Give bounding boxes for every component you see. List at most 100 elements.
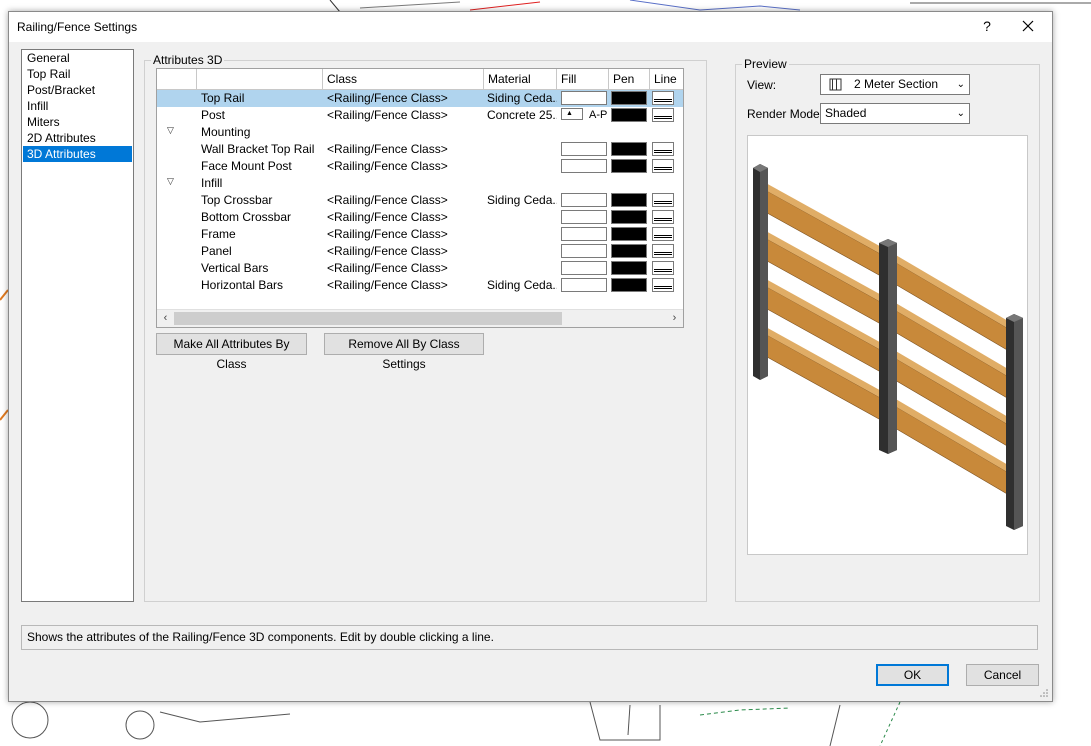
component-material: Siding Ceda...	[487, 193, 557, 207]
attributes-table[interactable]: Class Material Fill Pen Line Top Rail <Ra…	[156, 68, 684, 328]
pen-swatch[interactable]	[611, 142, 647, 156]
component-material: Siding Ceda...	[487, 278, 557, 292]
component-name: Post	[201, 108, 226, 122]
nav-item-2d-attributes[interactable]: 2D Attributes	[23, 130, 132, 146]
nav-item-general[interactable]: General	[23, 50, 132, 66]
attributes-3d-group-label: Attributes 3D	[151, 53, 225, 67]
fill-swatch[interactable]	[561, 142, 607, 156]
component-name: Wall Bracket Top Rail	[201, 142, 315, 156]
fill-swatch[interactable]	[561, 210, 607, 224]
component-class: <Railing/Fence Class>	[327, 210, 448, 224]
scroll-right-icon[interactable]: ›	[666, 310, 683, 327]
fill-pattern-label: A-P	[589, 109, 608, 121]
table-row-horizontal-bars[interactable]: Horizontal Bars <Railing/Fence Class> Sidi…	[157, 277, 683, 294]
component-material	[487, 226, 557, 243]
table-row-top-crossbar[interactable]: Top Crossbar <Railing/Fence Class> Siding …	[157, 192, 683, 209]
scroll-left-icon[interactable]: ‹	[157, 310, 174, 327]
pen-swatch[interactable]	[611, 159, 647, 173]
group-name: Mounting	[201, 125, 251, 139]
pen-swatch[interactable]	[611, 227, 647, 241]
help-button[interactable]: ?	[977, 16, 997, 36]
table-row-frame[interactable]: Frame <Railing/Fence Class>	[157, 226, 683, 243]
header-col-line[interactable]: Line	[650, 69, 683, 89]
pen-swatch[interactable]	[611, 91, 647, 105]
pen-swatch[interactable]	[611, 261, 647, 275]
component-class: <Railing/Fence Class>	[327, 91, 448, 105]
fill-swatch[interactable]	[561, 261, 607, 275]
line-style-icon[interactable]	[652, 210, 674, 224]
line-style-icon[interactable]	[652, 227, 674, 241]
chevron-down-icon: ⌄	[956, 108, 965, 119]
component-class: <Railing/Fence Class>	[327, 244, 448, 258]
pen-swatch[interactable]	[611, 278, 647, 292]
header-col-expand	[157, 69, 197, 89]
header-col-fill[interactable]: Fill	[557, 69, 609, 89]
view-dropdown[interactable]: 2 Meter Section ⌄	[820, 74, 970, 95]
header-col-class[interactable]: Class	[323, 69, 484, 89]
line-style-icon[interactable]	[652, 278, 674, 292]
table-row-face-mount-post[interactable]: Face Mount Post <Railing/Fence Class>	[157, 158, 683, 175]
fill-pattern-icon[interactable]: ▲	[561, 108, 583, 120]
table-row-panel[interactable]: Panel <Railing/Fence Class>	[157, 243, 683, 260]
line-style-icon[interactable]	[652, 244, 674, 258]
pen-swatch[interactable]	[611, 210, 647, 224]
header-col-pen[interactable]: Pen	[609, 69, 650, 89]
render-mode-dropdown[interactable]: Shaded ⌄	[820, 103, 970, 124]
component-class: <Railing/Fence Class>	[327, 159, 448, 173]
nav-item-3d-attributes[interactable]: 3D Attributes	[23, 146, 132, 162]
line-style-icon[interactable]	[652, 108, 674, 122]
nav-item-top-rail[interactable]: Top Rail	[23, 66, 132, 82]
line-style-icon[interactable]	[652, 91, 674, 105]
make-all-attributes-by-class-button[interactable]: Make All Attributes By Class	[156, 333, 307, 371]
fill-swatch[interactable]	[561, 91, 607, 105]
component-name: Top Crossbar	[201, 193, 273, 207]
collapse-triangle-icon[interactable]: ▽	[167, 176, 174, 187]
component-material: Concrete 25...	[487, 108, 557, 122]
table-row-top-rail[interactable]: Top Rail <Railing/Fence Class> Siding Ceda…	[157, 90, 683, 107]
line-style-icon[interactable]	[652, 193, 674, 207]
fill-swatch[interactable]	[561, 244, 607, 258]
fill-swatch[interactable]	[561, 159, 607, 173]
render-mode-value: Shaded	[825, 106, 867, 120]
pen-swatch[interactable]	[611, 244, 647, 258]
component-class: <Railing/Fence Class>	[327, 108, 448, 122]
header-col-name	[197, 69, 323, 89]
table-row-bottom-crossbar[interactable]: Bottom Crossbar <Railing/Fence Class>	[157, 209, 683, 226]
ok-button[interactable]: OK	[876, 664, 949, 686]
fill-swatch[interactable]	[561, 227, 607, 241]
render-mode-label: Render Mode:	[747, 107, 824, 121]
component-class: <Railing/Fence Class>	[327, 193, 448, 207]
scroll-thumb[interactable]	[174, 312, 562, 325]
nav-item-miters[interactable]: Miters	[23, 114, 132, 130]
nav-item-post-bracket[interactable]: Post/Bracket	[23, 82, 132, 98]
pen-swatch[interactable]	[611, 108, 647, 122]
header-col-material[interactable]: Material	[484, 69, 557, 89]
section-view-icon	[829, 78, 842, 91]
resize-grip-icon[interactable]	[1039, 688, 1049, 698]
line-style-icon[interactable]	[652, 159, 674, 173]
component-name: Face Mount Post	[201, 159, 292, 173]
table-group-row-infill[interactable]: ▽ Infill	[157, 175, 683, 192]
collapse-triangle-icon[interactable]: ▽	[167, 125, 174, 136]
table-row-vertical-bars[interactable]: Vertical Bars <Railing/Fence Class>	[157, 260, 683, 277]
pen-swatch[interactable]	[611, 193, 647, 207]
table-header: Class Material Fill Pen Line	[157, 69, 683, 90]
remove-all-by-class-settings-button[interactable]: Remove All By Class Settings	[324, 333, 484, 371]
fill-swatch[interactable]	[561, 193, 607, 207]
close-icon[interactable]	[1017, 16, 1039, 36]
table-group-row-mounting[interactable]: ▽ Mounting	[157, 124, 683, 141]
table-row-wall-bracket-top-rail[interactable]: Wall Bracket Top Rail <Railing/Fence Clas…	[157, 141, 683, 158]
view-label: View:	[747, 78, 777, 92]
component-class: <Railing/Fence Class>	[327, 278, 448, 292]
cancel-button[interactable]: Cancel	[966, 664, 1039, 686]
line-style-icon[interactable]	[652, 142, 674, 156]
component-name: Horizontal Bars	[201, 278, 284, 292]
line-style-icon[interactable]	[652, 261, 674, 275]
table-row-post[interactable]: Post <Railing/Fence Class> Concrete 25... ▲…	[157, 107, 683, 124]
component-name: Top Rail	[201, 91, 245, 105]
nav-item-infill[interactable]: Infill	[23, 98, 132, 114]
fill-swatch[interactable]	[561, 278, 607, 292]
fence-preview-panel	[747, 135, 1028, 555]
horizontal-scrollbar[interactable]: ‹ ›	[157, 309, 683, 327]
settings-pane-list[interactable]: General Top Rail Post/Bracket Infill Mit…	[21, 49, 134, 602]
